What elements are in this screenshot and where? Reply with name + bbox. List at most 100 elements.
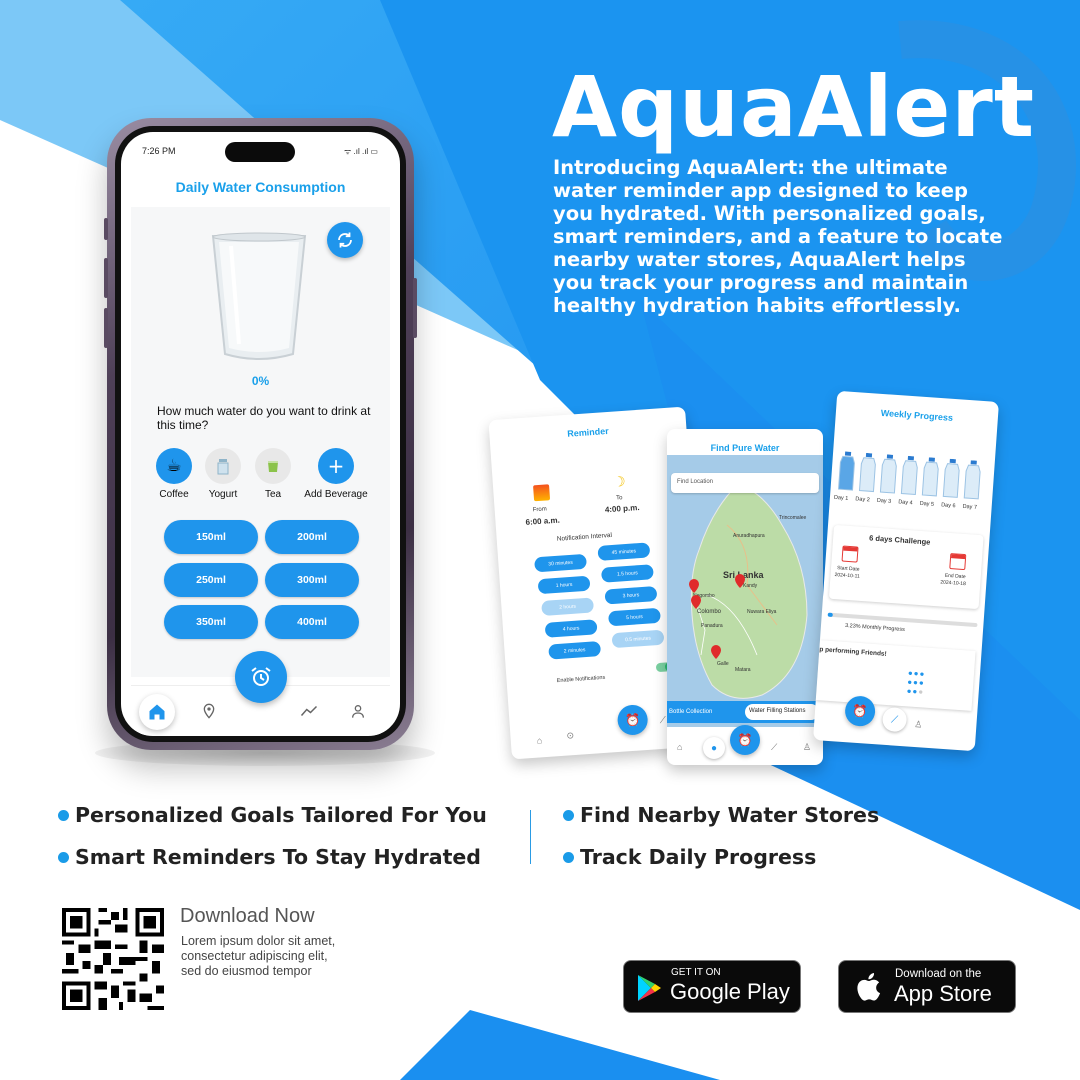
bullet-icon: [58, 809, 69, 821]
profile-icon: [352, 705, 364, 718]
beverage-tea[interactable]: Tea: [238, 448, 308, 500]
location-pin-icon: [203, 703, 215, 719]
interval-option[interactable]: 4 hours: [544, 619, 598, 638]
location-pin-icon[interactable]: ●: [703, 737, 725, 759]
to-label: To: [615, 495, 623, 502]
amount-350-button[interactable]: 350ml: [164, 605, 258, 639]
water-glass-icon: [211, 232, 307, 360]
app-store-small-text: Download on the: [895, 968, 982, 980]
map-marker-icon[interactable]: [711, 645, 721, 659]
qr-code[interactable]: [62, 908, 164, 1010]
map-marker-icon[interactable]: [691, 595, 701, 609]
map-marker-icon[interactable]: [689, 579, 699, 593]
home-icon[interactable]: ⌂: [677, 742, 682, 752]
water-bottle-icon: [941, 458, 962, 499]
map-tab-bar: Bottle Collection Water Filling Stations: [667, 701, 823, 723]
download-text: Lorem ipsum dolor sit amet, consectetur …: [181, 934, 336, 978]
interval-option[interactable]: 1.5 hours: [600, 564, 654, 583]
map-marker-icon[interactable]: [735, 574, 745, 588]
interval-option[interactable]: 30 minutes: [534, 553, 587, 573]
beverage-label: Add Beverage: [304, 489, 368, 500]
nav-location[interactable]: [199, 701, 219, 721]
start-date: 2024-10-11: [834, 572, 860, 580]
to-time: 4:00 p.m.: [604, 502, 640, 515]
alarm-fab-button[interactable]: ⏰: [730, 725, 760, 755]
status-icons: ᯤ .ıl .ıl ▭: [344, 147, 378, 156]
phone-side-button: [104, 308, 108, 348]
interval-option[interactable]: 2 minutes: [548, 641, 602, 660]
amount-250-button[interactable]: 250ml: [164, 563, 258, 597]
calendar-header: [951, 554, 966, 560]
water-bottle-icon: [920, 457, 941, 498]
tab-water-filling-stations[interactable]: Water Filling Stations: [745, 704, 819, 720]
map-title: Find Pure Water: [710, 443, 780, 453]
day-label: Day 3: [876, 497, 892, 505]
place-label: Colombo: [697, 609, 722, 615]
trend-chart-icon[interactable]: ⟋: [659, 715, 666, 726]
home-icon: [149, 704, 165, 720]
nav-profile[interactable]: [348, 701, 368, 721]
alarm-clock-icon: [251, 667, 271, 686]
yogurt-bottle-icon: [205, 448, 241, 484]
map-search-input[interactable]: Find Location: [671, 473, 819, 493]
place-label: Nuwara Eliya: [747, 609, 777, 615]
google-play-big-text: Google Play: [670, 979, 790, 1004]
camera-island: [225, 142, 295, 162]
reminder-title: Reminder: [566, 425, 610, 439]
profile-icon[interactable]: ♙: [803, 742, 811, 753]
interval-option[interactable]: 0.5 minutes: [611, 629, 665, 649]
trend-chart-icon[interactable]: ⟋: [881, 706, 908, 733]
refresh-button[interactable]: [327, 222, 363, 258]
app-title-heading: AquaAlert: [552, 58, 1035, 156]
amount-200-button[interactable]: 200ml: [265, 520, 359, 554]
moon-icon: ☽: [612, 472, 627, 490]
alarm-clock-icon: ⏰: [737, 733, 753, 747]
tab-bottle-collection[interactable]: Bottle Collection: [669, 709, 712, 715]
amount-300-button[interactable]: 300ml: [265, 563, 359, 597]
feature-item: Find Nearby Water Stores: [563, 803, 879, 827]
calendar-icon: [841, 545, 859, 563]
feature-item: Track Daily Progress: [563, 845, 816, 869]
tab-label: Water Filling Stations: [749, 708, 806, 714]
day-label: Day 5: [919, 500, 935, 508]
phone-power-button: [413, 278, 417, 338]
place-label: Trincomalee: [779, 515, 807, 521]
phone-screen: 7:26 PM ᯤ .ıl .ıl ▭ Daily Water Consumpt…: [121, 132, 400, 736]
location-pin-icon[interactable]: ⊙: [566, 730, 574, 741]
monthly-progress-fill: [827, 612, 833, 617]
app-store-button[interactable]: Download on the App Store: [838, 960, 1016, 1013]
alarm-clock-icon: ⏰: [624, 712, 641, 728]
home-icon[interactable]: ⌂: [537, 735, 543, 745]
day-label: Day 7: [962, 503, 978, 511]
challenge-card: 6 days Challenge Start Date 2024-10-11 E…: [828, 524, 984, 610]
nav-home[interactable]: [139, 694, 175, 730]
amount-400-button[interactable]: 400ml: [265, 605, 359, 639]
interval-option[interactable]: 1 hours: [537, 575, 591, 595]
friends-title: p performing Friends!: [819, 646, 887, 658]
alarm-fab-button[interactable]: [235, 651, 287, 703]
google-play-button[interactable]: GET IT ON Google Play: [623, 960, 801, 1013]
interval-option[interactable]: 5 hours: [608, 607, 661, 627]
day-label: Day 2: [855, 496, 870, 504]
feature-text: Smart Reminders To Stay Hydrated: [75, 845, 481, 869]
interval-option[interactable]: 3 hours: [604, 585, 658, 605]
profile-icon[interactable]: ♙: [914, 719, 923, 731]
refresh-icon: [338, 232, 352, 248]
download-title: Download Now: [180, 905, 315, 927]
google-play-small-text: GET IT ON: [671, 967, 721, 978]
screen-title: Daily Water Consumption: [175, 179, 346, 195]
interval-option[interactable]: 45 minutes: [597, 542, 651, 561]
add-beverage-button[interactable]: + Add Beverage: [301, 448, 371, 500]
feature-divider: [530, 810, 531, 864]
interval-option[interactable]: 2 hours: [541, 597, 595, 617]
alarm-fab-button[interactable]: ⏰: [616, 703, 649, 736]
amount-150-button[interactable]: 150ml: [164, 520, 258, 554]
monthly-progress-label: 3.23% Monthly Progress: [844, 622, 906, 634]
trend-chart-icon[interactable]: ⟋: [771, 742, 777, 753]
feature-item: Smart Reminders To Stay Hydrated: [58, 845, 481, 869]
nav-progress[interactable]: [299, 701, 319, 721]
water-bottle-icon: [962, 460, 983, 501]
water-bottle-icon: [857, 452, 878, 494]
friends-card: p performing Friends! ●●● ●●● ●●●: [815, 640, 976, 711]
app-store-big-text: App Store: [894, 981, 992, 1006]
